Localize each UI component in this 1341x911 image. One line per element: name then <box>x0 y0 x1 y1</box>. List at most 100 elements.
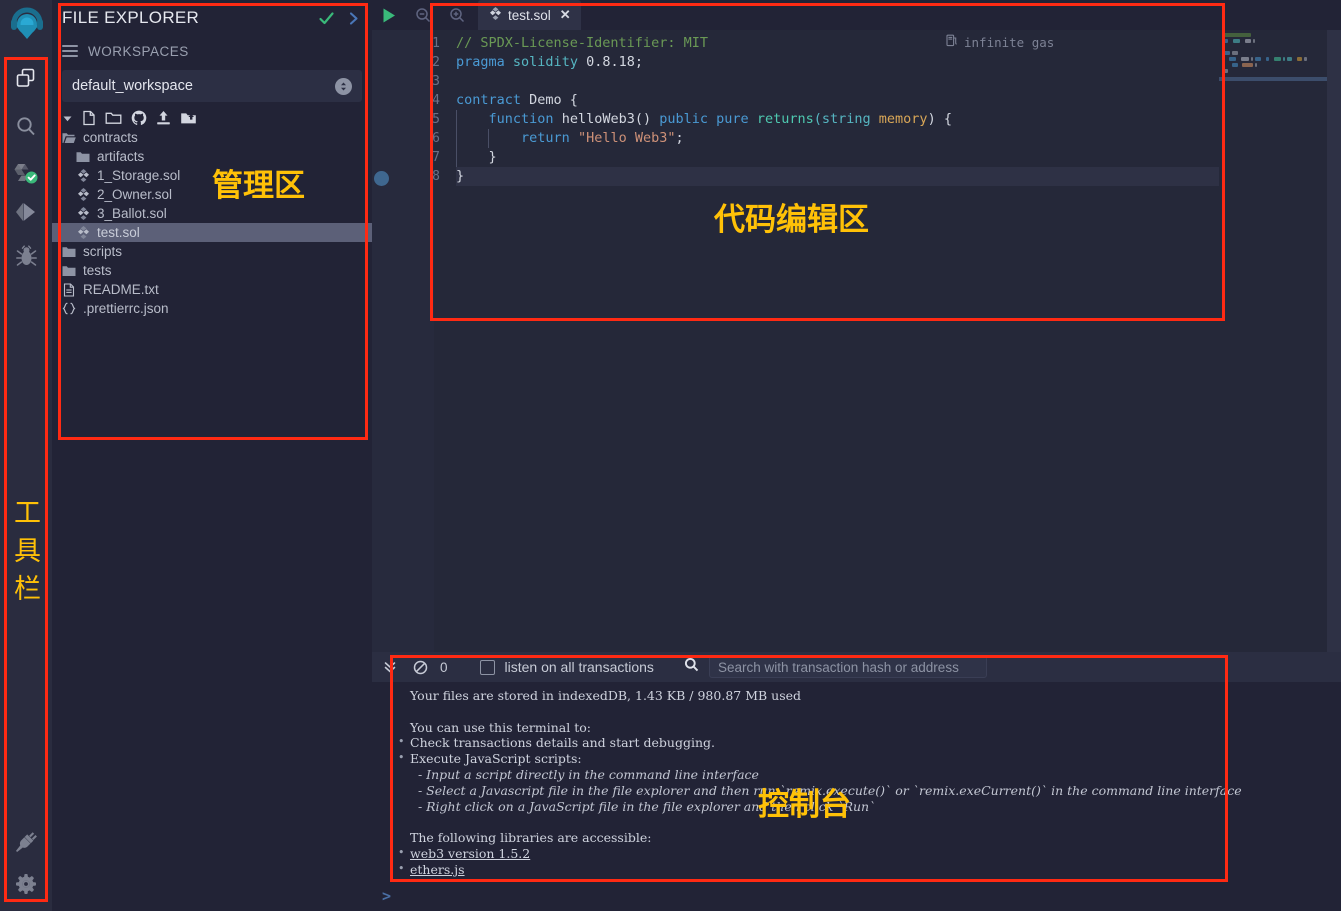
sidebar-item-deploy-run[interactable] <box>8 194 44 230</box>
folder-icon <box>60 265 78 277</box>
code-line-6[interactable]: 6 return "Hello Web3"; <box>432 129 1219 148</box>
sidebar-item-debugger[interactable] <box>8 238 44 274</box>
code-line-1[interactable]: 1 // SPDX-License-Identifier: MIT <box>432 34 1219 53</box>
code-token: string <box>821 111 871 127</box>
github-icon[interactable] <box>131 110 147 126</box>
search-icon[interactable] <box>684 657 699 677</box>
code-editor[interactable]: 1// SPDX-License-Identifier: MIT 2 pragma … <box>372 30 1341 652</box>
code-line-7[interactable]: 7 } <box>432 148 1219 167</box>
line-number: 5 <box>432 112 440 127</box>
minimap-token <box>1240 57 1249 61</box>
code-token: Demo { <box>521 92 578 108</box>
breakpoint-marker[interactable] <box>374 171 389 186</box>
code-text-area[interactable]: 1// SPDX-License-Identifier: MIT 2 pragma … <box>432 30 1219 652</box>
sidebar-item-solidity-compiler[interactable] <box>8 155 44 191</box>
file-tree-item-prettierrc-json[interactable]: .prettierrc.json <box>52 299 372 318</box>
sidebar-item-file-explorer[interactable] <box>8 60 44 96</box>
close-icon[interactable]: ✕ <box>560 7 571 23</box>
toolbar-annotation-label: 工 具 栏 <box>14 495 41 609</box>
listen-all-transactions-checkbox[interactable] <box>479 659 495 675</box>
minimap-line <box>1223 57 1333 61</box>
code-line-2[interactable]: 2 pragma solidity 0.8.18; <box>432 53 1219 72</box>
file-tree-item-readme-txt[interactable]: README.txt <box>52 280 372 299</box>
run-script-icon[interactable] <box>372 0 406 30</box>
code-line-3[interactable]: 3 <box>432 72 1219 91</box>
chevron-right-icon[interactable] <box>347 11 360 26</box>
code-token: solidity <box>512 54 578 70</box>
toolbar-annot-char-2: 栏 <box>14 574 41 605</box>
minimap-token <box>1228 57 1236 61</box>
file-tree-item-tests[interactable]: tests <box>52 261 372 280</box>
terminal-panel: 0 listen on all transactions Search with… <box>372 652 1341 911</box>
workspaces-row[interactable]: WORKSPACES <box>52 36 372 66</box>
sidebar-item-settings[interactable] <box>8 866 44 902</box>
file-tree-item-3-ballot-sol[interactable]: 3_Ballot.sol <box>52 204 372 223</box>
indent-guide <box>488 129 489 148</box>
file-tree-item-label: tests <box>83 263 112 278</box>
indent-guide <box>456 110 457 167</box>
sidebar-item-plugin-manager[interactable] <box>8 824 44 860</box>
check-icon[interactable] <box>318 10 335 27</box>
upload-folder-icon[interactable] <box>180 111 197 125</box>
folder-icon <box>74 151 92 163</box>
listen-all-transactions-label: listen on all transactions <box>504 659 654 675</box>
icon-sidebar: 工 具 栏 <box>0 0 52 911</box>
page-title: FILE EXPLORER <box>62 8 200 27</box>
sidebar-item-search[interactable] <box>8 108 44 144</box>
minimap-token <box>1255 57 1261 61</box>
new-file-icon[interactable] <box>82 110 96 126</box>
minimap-line <box>1223 33 1333 37</box>
minimap-token <box>1223 69 1228 73</box>
code-line-4[interactable]: 4 contract Demo { <box>432 91 1219 110</box>
terminal-toolbar: 0 listen on all transactions Search with… <box>372 652 1341 682</box>
zoom-in-icon[interactable] <box>440 0 474 30</box>
solidity-icon <box>74 169 92 182</box>
minimap-line <box>1223 63 1333 67</box>
terminal-link[interactable]: web3 version 1.5.2 <box>410 846 530 861</box>
file-tree-item-label: .prettierrc.json <box>83 301 169 316</box>
code-token: pragma <box>456 54 505 70</box>
minimap-token <box>1250 57 1254 61</box>
line-number: 3 <box>432 74 440 89</box>
terminal-line: - Right click on a JavaScript file in th… <box>410 798 876 814</box>
terminal-line[interactable]: ethers.js <box>398 861 1341 878</box>
remix-ide-window: 工 具 栏 FILE EXPLORER WORKSPACES default_w… <box>0 0 1341 911</box>
text-file-icon <box>60 282 78 297</box>
file-tree-item-scripts[interactable]: scripts <box>52 242 372 261</box>
file-tree-item-contracts[interactable]: contracts <box>52 128 372 147</box>
terminal-prompt[interactable]: > <box>372 881 1341 911</box>
minimap-scrollbar[interactable] <box>1327 30 1341 652</box>
clear-console-icon[interactable] <box>410 660 430 675</box>
gas-estimation-lens[interactable]: infinite gas <box>946 34 1054 50</box>
editor-toolbar: test.sol ✕ <box>372 0 1341 30</box>
hamburger-icon[interactable] <box>62 45 78 57</box>
terminal-line[interactable]: web3 version 1.5.2 <box>398 845 1341 862</box>
folder-icon <box>60 246 78 258</box>
upload-file-icon[interactable] <box>156 110 171 126</box>
editor-minimap[interactable] <box>1219 30 1341 652</box>
minimap-token <box>1245 39 1251 43</box>
code-token: memory <box>878 111 928 127</box>
new-folder-icon[interactable] <box>105 111 122 125</box>
code-line-8[interactable]: 8} <box>432 167 1219 186</box>
file-tree-item-test-sol[interactable]: test.sol <box>52 223 372 242</box>
solidity-icon <box>74 188 92 201</box>
chevron-down-icon[interactable] <box>62 113 73 124</box>
terminal-link[interactable]: ethers.js <box>410 862 465 877</box>
editor-tab-test-sol[interactable]: test.sol ✕ <box>478 0 581 30</box>
workspace-select[interactable]: default_workspace <box>62 70 362 102</box>
code-line-5[interactable]: 5 function helloWeb3() public pure retur… <box>432 110 1219 129</box>
zoom-out-icon[interactable] <box>406 0 440 30</box>
plugin-manager-icon <box>14 830 38 854</box>
file-tree-item-label: 2_Owner.sol <box>97 187 173 202</box>
double-chevron-down-icon[interactable] <box>380 660 400 674</box>
terminal-line: - Select a Javascript file in the file e… <box>410 782 1242 798</box>
chevron-updown-icon <box>335 77 352 95</box>
pending-transactions-count: 0 <box>440 659 448 675</box>
search-input[interactable]: Search with transaction hash or address <box>708 656 987 678</box>
